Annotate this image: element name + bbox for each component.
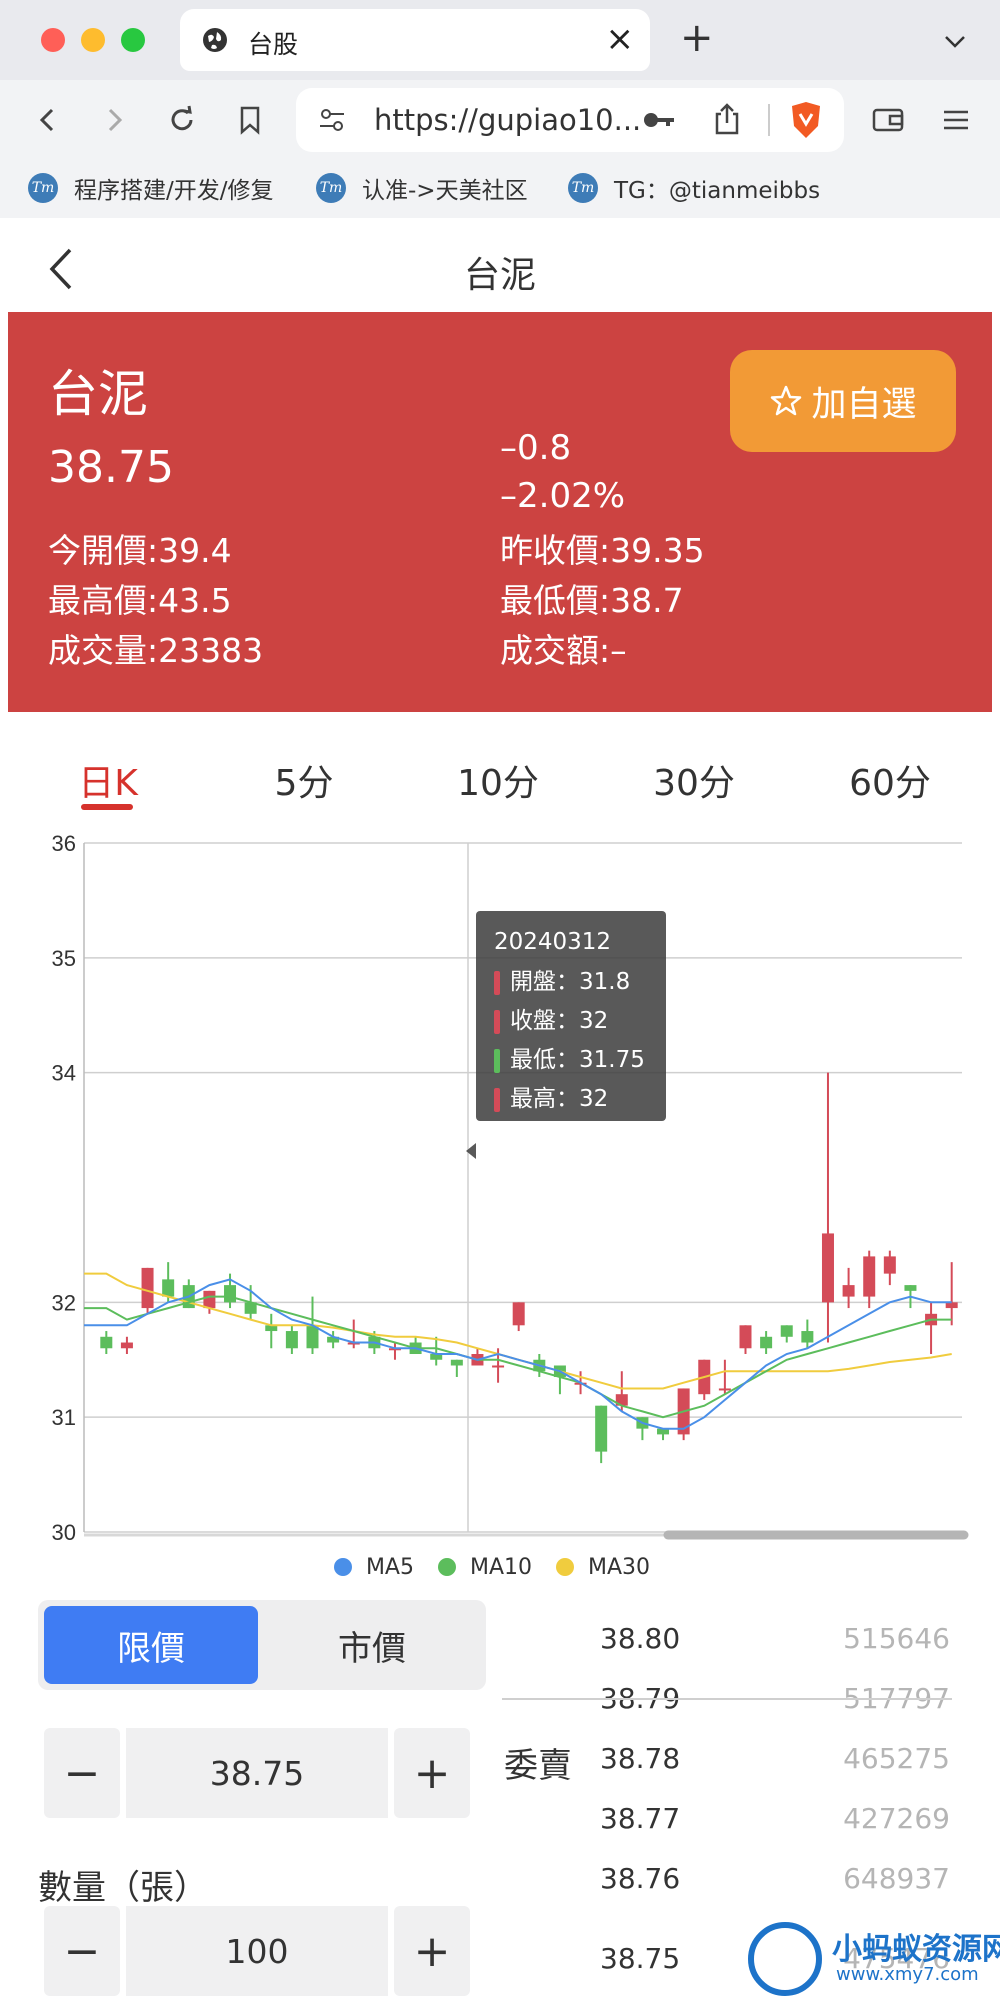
ask-price: 38.77 [600, 1802, 681, 1835]
chart-legend: MA5 MA10 MA30 [0, 1545, 984, 1589]
price-increase-button[interactable]: + [394, 1728, 470, 1818]
y-tick-label: 35 [52, 946, 76, 971]
candlestick-chart[interactable]: 36 35 34 32 31 30 [0, 0, 1000, 1560]
quantity-increase-button[interactable]: + [394, 1906, 470, 1996]
price-input[interactable]: 38.75 [126, 1728, 388, 1818]
limit-order-button[interactable]: 限價 [44, 1606, 258, 1684]
candle-body [120, 1342, 133, 1349]
tooltip-open: 開盤：31.8 [510, 969, 631, 995]
ask-row: 38.78 465275 [600, 1742, 950, 1792]
candle-body [141, 1267, 154, 1309]
candle-body [224, 1285, 237, 1303]
tooltip-marker [494, 970, 500, 995]
price-decrease-button[interactable]: − [44, 1728, 120, 1818]
ask-price: 38.76 [600, 1862, 681, 1895]
candle-body [512, 1302, 525, 1326]
candle-body [780, 1325, 793, 1337]
last-price: 38.75 [600, 1942, 681, 1975]
candle-body [739, 1325, 752, 1349]
ask-volume: 515646 [843, 1622, 950, 1655]
tooltip-row: 收盤：32 [494, 1002, 652, 1041]
y-tick-label: 34 [52, 1061, 76, 1086]
quantity-decrease-button[interactable]: − [44, 1906, 120, 1996]
tooltip-marker [494, 1087, 500, 1112]
ask-volume: 648937 [843, 1862, 950, 1895]
chart-tooltip: 20240312 開盤：31.8 收盤：32 最低：31.75 最高：32 [476, 911, 666, 1121]
candle-body [450, 1359, 463, 1366]
ask-row: 38.77 427269 [600, 1802, 950, 1852]
candle-body [492, 1365, 505, 1368]
tooltip-high: 最高：32 [510, 1086, 609, 1112]
legend-marker [333, 1558, 352, 1576]
legend-marker [556, 1558, 575, 1576]
watermark-emblem [748, 1922, 822, 1996]
tooltip-row: 最低：31.75 [494, 1041, 652, 1080]
candle-body [162, 1279, 175, 1297]
legend-ma10[interactable]: MA10 [437, 1545, 533, 1589]
ask-label: 委賣 [504, 1746, 572, 1786]
ask-price: 38.80 [600, 1622, 681, 1655]
order-book-divider [502, 1698, 952, 1700]
ask-row: 38.80 515646 [600, 1622, 950, 1672]
candle-body [760, 1336, 773, 1349]
candle-body [842, 1285, 855, 1297]
legend-label: MA30 [588, 1554, 651, 1580]
tooltip-marker [494, 1048, 500, 1073]
tooltip-marker [494, 1009, 500, 1034]
legend-marker [437, 1558, 456, 1576]
watermark-url: www.xmy7.com [836, 1964, 979, 1985]
legend-label: MA10 [469, 1554, 533, 1580]
tooltip-close: 收盤：32 [510, 1008, 609, 1034]
legend-label: MA5 [365, 1554, 414, 1580]
legend-ma30[interactable]: MA30 [556, 1545, 650, 1589]
quantity-stepper: − 100 + [44, 1906, 474, 1996]
order-type-toggle: 限價 市價 [38, 1600, 486, 1690]
candle-body [100, 1336, 113, 1349]
candle-body [801, 1331, 814, 1343]
y-tick-label: 32 [52, 1290, 76, 1315]
tooltip-row: 最高：32 [494, 1080, 652, 1119]
ask-volume: 465275 [843, 1742, 950, 1775]
y-tick-label: 31 [52, 1405, 76, 1430]
watermark-logo: 小蚂蚁资源网 www.xmy7.com [740, 1920, 1000, 2000]
y-tick-label: 30 [52, 1520, 76, 1545]
tooltip-date: 20240312 [494, 929, 612, 955]
candle-body [595, 1405, 608, 1452]
ma30-line [84, 1272, 952, 1390]
ask-row: 38.79 517797 [600, 1682, 950, 1732]
candle-body [904, 1285, 917, 1291]
tooltip-low: 最低：31.75 [510, 1047, 645, 1073]
candle-body [285, 1331, 298, 1349]
candle-body [203, 1290, 216, 1309]
ask-row: 38.76 648937 [600, 1862, 950, 1912]
watermark-title: 小蚂蚁资源网 [832, 1932, 1000, 1967]
quantity-label: 數量（張） [38, 1868, 208, 1908]
candle-body [821, 1233, 834, 1303]
candle-body [883, 1256, 896, 1274]
ask-volume: 427269 [843, 1802, 950, 1835]
legend-ma5[interactable]: MA5 [333, 1545, 414, 1589]
y-tick-label: 36 [52, 831, 76, 856]
tooltip-row: 開盤：31.8 [494, 963, 652, 1002]
quantity-input[interactable]: 100 [126, 1906, 388, 1996]
market-order-button[interactable]: 市價 [264, 1606, 480, 1684]
candle-body [863, 1256, 876, 1297]
candle-body [718, 1388, 731, 1391]
price-stepper: − 38.75 + [44, 1728, 474, 1818]
ask-price: 38.78 [600, 1742, 681, 1775]
